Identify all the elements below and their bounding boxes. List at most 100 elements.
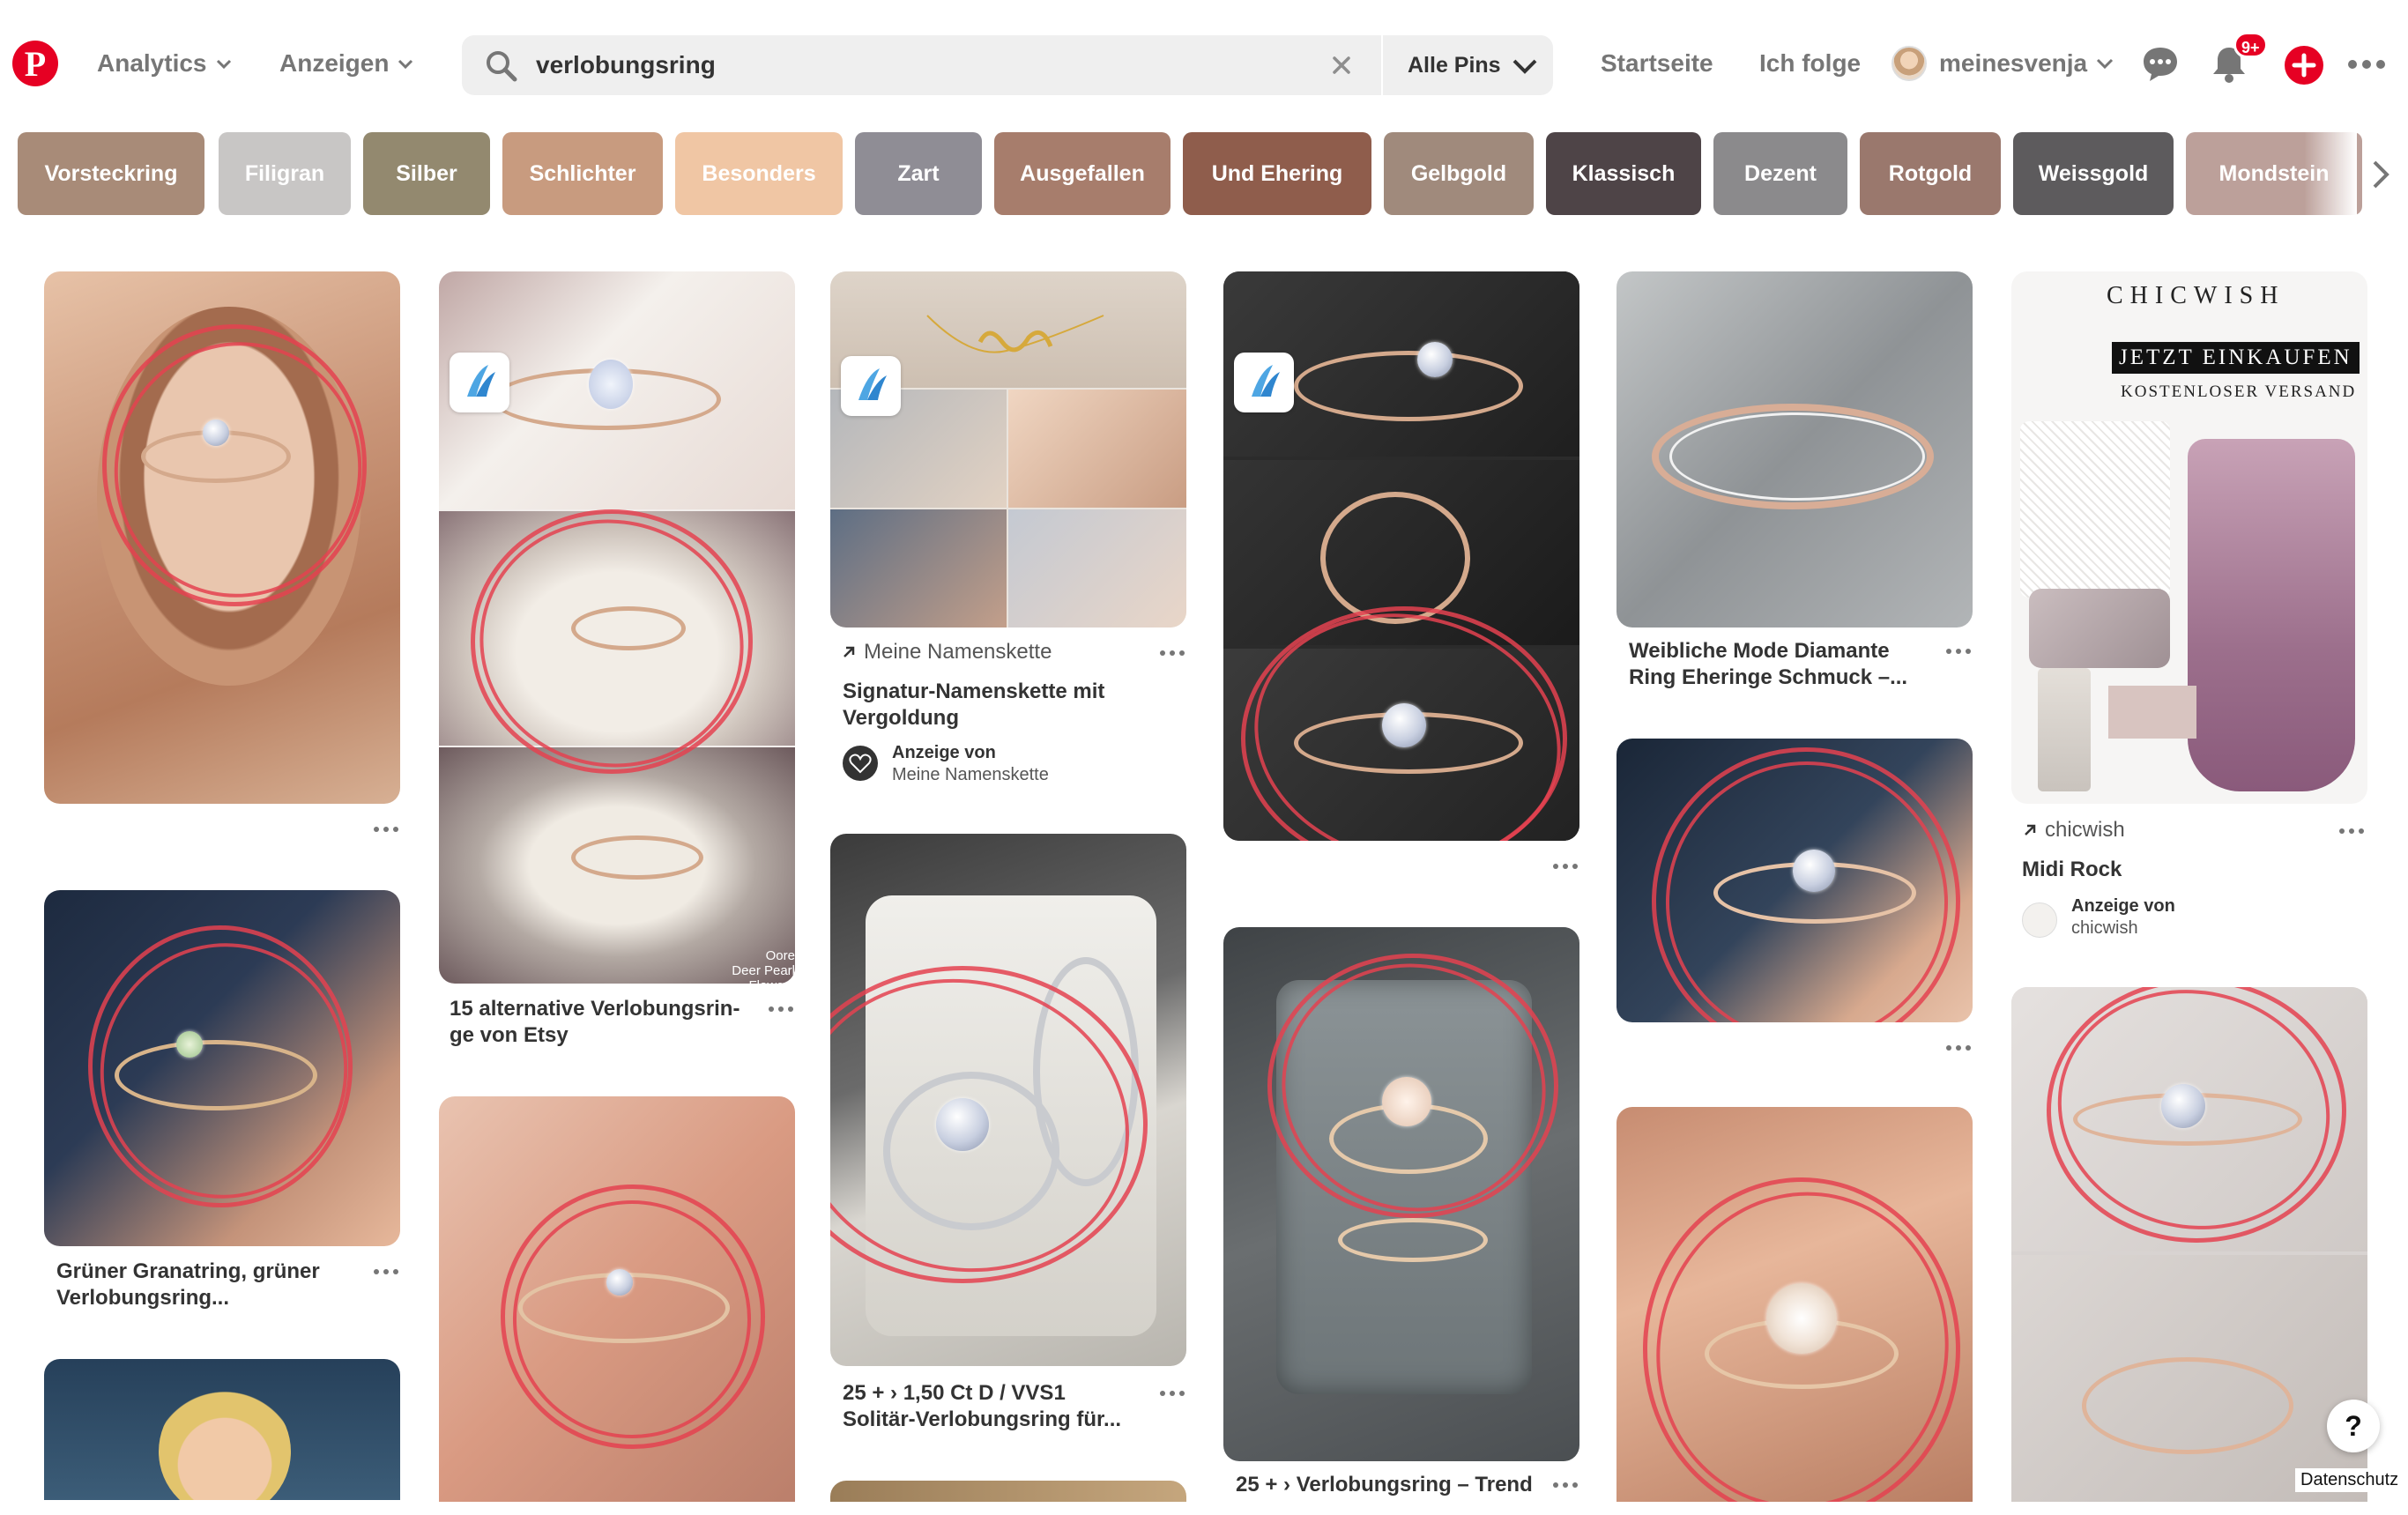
pin-image[interactable] [1223,271,1579,841]
ad-label: Anzeige von [2071,896,2175,916]
create-pin-button[interactable] [2285,46,2323,85]
search-bar[interactable]: verlobungsring Alle Pins [462,35,1553,95]
chip-schlichter[interactable]: Schlichter [502,132,663,215]
wave-logo-icon [467,365,495,397]
pin-image[interactable] [830,1481,1186,1502]
chevron-down-icon [398,59,413,70]
plus-icon [2292,53,2316,78]
pin-more-icon[interactable] [1160,1391,1185,1396]
chip-ausgefallen[interactable]: Ausgefallen [994,132,1171,215]
notification-badge: 9+ [2233,32,2268,58]
pin-more-icon[interactable] [1946,649,1971,654]
wave-logo-icon [858,368,887,400]
clear-search-icon[interactable] [1327,51,1356,79]
chip-fade [2304,132,2357,215]
gem [1417,342,1453,377]
advertiser-name[interactable]: chicwish [2071,917,2175,939]
pin-image[interactable] [2011,987,2367,1502]
gem [589,360,633,409]
pin-title[interactable]: Grüner Granatring, grüner Verlobungsring… [56,1259,356,1311]
pin-title[interactable]: Weibliche Mode Diamante Ring Eheringe Sc… [1629,638,1929,691]
search-divider [1381,35,1383,95]
pin-source-link[interactable]: Meine Namenskette [841,640,1052,665]
pin-source-label: chicwish [2045,818,2125,842]
home-link[interactable]: Startseite [1601,49,1713,78]
annotation-circle [490,1177,774,1461]
pin-source-link[interactable]: chicwish [2022,818,2125,843]
following-link[interactable]: Ich folge [1759,49,1861,78]
avatar[interactable] [1891,46,1927,81]
search-icon [487,51,517,82]
pin-source-label: Meine Namenskette [864,640,1052,664]
ring [1320,492,1470,624]
chip-vorsteckring[interactable]: Vorsteckring [18,132,204,215]
pin-image[interactable] [1616,1107,1973,1502]
pinterest-logo-icon[interactable]: P [12,41,58,86]
watermark-line: Oore [765,948,795,963]
pin-image[interactable] [1223,927,1579,1461]
search-input[interactable]: verlobungsring [536,51,716,79]
chevron-down-icon [2097,58,2114,70]
brand-badge [1234,353,1294,412]
pin-image[interactable] [830,271,1186,628]
pin-image[interactable] [1616,739,1973,1022]
brand-badge [450,353,509,412]
privacy-link[interactable]: Datenschutz [2295,1468,2404,1492]
ring [571,835,703,880]
chip-filigran[interactable]: Filigran [219,132,351,215]
pin-more-icon[interactable] [1553,1482,1578,1488]
annotation-circle [1639,739,1973,1022]
pin-image[interactable]: CHICWISH JETZT EINKAUFEN KOSTENLOSER VER… [2011,271,2367,804]
pin-title[interactable]: 25 + › 1,50 Ct D / VVS1 Solitär-Verlobun… [843,1380,1142,1433]
pin-more-icon[interactable] [2339,828,2364,834]
pin-image[interactable] [44,890,400,1246]
analytics-menu[interactable]: Analytics [97,49,232,78]
chip-weissgold[interactable]: Weissgold [2013,132,2174,215]
chip-rotgold[interactable]: Rotgold [1860,132,2001,215]
chip-zart[interactable]: Zart [855,132,982,215]
pin-title[interactable]: Midi Rock [2022,857,2322,883]
chevron-right-icon[interactable] [2371,159,2392,190]
chip-gelbgold[interactable]: Gelbgold [1384,132,1534,215]
chip-dezent[interactable]: Dezent [1713,132,1847,215]
chip-silber[interactable]: Silber [363,132,490,215]
pin-title[interactable]: 15 alternative Verlobungsrin-ge von Etsy [450,996,749,1049]
pin-image[interactable] [44,1359,400,1500]
portrait [159,1385,291,1500]
clutch [2029,589,2170,668]
pin-image[interactable]: Oore Deer Pearl Flowers [439,271,795,984]
pin-more-icon[interactable] [374,1269,398,1274]
messages-icon[interactable] [2140,44,2181,85]
ring [2082,1357,2293,1454]
chip-besonders[interactable]: Besonders [675,132,843,215]
chip-und-ehering[interactable]: Und Ehering [1183,132,1371,215]
pin-more-icon[interactable] [1946,1045,1971,1051]
pin-image[interactable] [439,1096,795,1502]
arrow-up-right-icon [2025,824,2036,835]
advertiser-avatar[interactable] [2022,902,2057,938]
account-menu[interactable]: meinesvenja [1939,49,2114,78]
chip-klassisch[interactable]: Klassisch [1546,132,1701,215]
ads-menu[interactable]: Anzeigen [279,49,413,78]
pin-more-icon[interactable] [1160,650,1185,656]
pin-image[interactable] [44,271,400,804]
search-scope-dropdown[interactable]: Alle Pins [1408,53,1538,78]
chevron-down-icon [216,59,231,70]
more-options-icon[interactable] [2348,60,2385,69]
advertiser-avatar[interactable] [843,746,878,781]
top-bar: P Analytics Anzeigen verlobungsring Alle… [0,0,2408,130]
pin-more-icon[interactable] [769,1006,793,1012]
pin-title[interactable]: 25 + › Verlobungsring – Trend [1236,1472,1535,1498]
heart-logo-icon [849,754,872,774]
help-button[interactable]: ? [2327,1400,2380,1452]
pin-image[interactable] [830,834,1186,1366]
advertiser-name[interactable]: Meine Namenskette [892,764,1049,786]
chicwish-brand: CHICWISH [2107,282,2285,309]
ads-label: Anzeigen [279,49,390,77]
pin-image[interactable] [1616,271,1973,628]
pin-more-icon[interactable] [374,827,398,832]
pin-title[interactable]: Signatur-Namenskette mit Vergoldung [843,679,1160,732]
username: meinesvenja [1939,49,2088,77]
search-scope-label: Alle Pins [1408,53,1501,78]
pin-more-icon[interactable] [1553,864,1578,869]
